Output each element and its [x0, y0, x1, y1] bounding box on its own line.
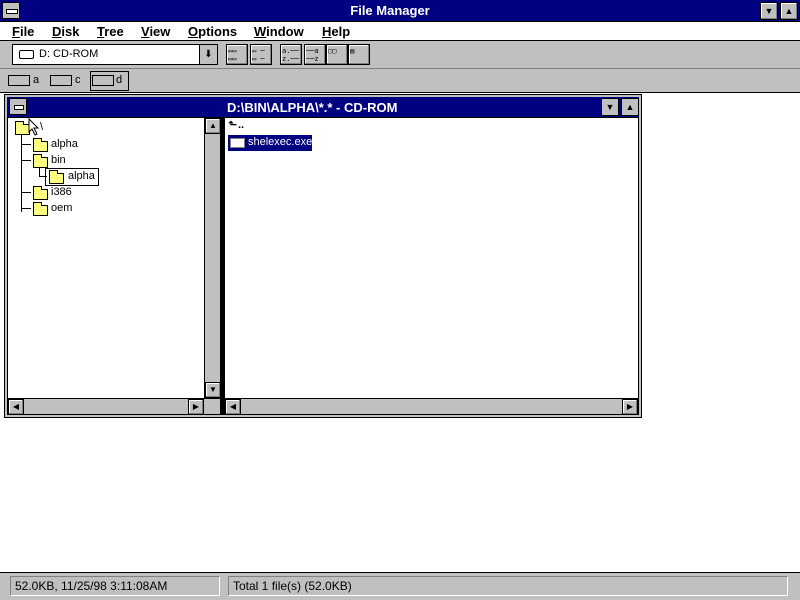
- menu-disk[interactable]: Disk: [52, 24, 79, 39]
- tree-item-alpha[interactable]: alpha: [32, 137, 92, 153]
- tree-item-label: i386: [51, 186, 72, 198]
- window-title: File Manager: [350, 3, 430, 18]
- sort-ascending-button[interactable]: a.── z.──: [280, 44, 302, 65]
- tree-item-label: oem: [51, 202, 73, 214]
- small-icons-view-button[interactable]: ▭ ─ ▭ ─: [250, 44, 272, 65]
- dropdown-arrow-icon[interactable]: ⬇: [199, 45, 217, 64]
- tree-connector: [21, 160, 31, 161]
- status-bar: 52.0KB, 11/25/98 3:11:08AM Total 1 file(…: [0, 572, 800, 600]
- file-list-pane[interactable]: ⬑ .. shelexec.exe ◀ ▶: [224, 117, 639, 415]
- maximize-button[interactable]: ▲: [780, 2, 798, 20]
- tree-connector: [21, 208, 31, 209]
- menu-help[interactable]: Help: [322, 24, 350, 39]
- open-folder-icon: [49, 170, 64, 184]
- drive-d[interactable]: d: [90, 71, 129, 91]
- copy-to-clipboard-button[interactable]: ▢▢: [326, 44, 348, 65]
- toolbar: D: CD-ROM ⬇ ▭▭ ▭▭ ▭ ─ ▭ ─ a.── z.── ──a ──z …: [0, 41, 800, 69]
- mouse-pointer-icon: [28, 118, 40, 136]
- drive-c[interactable]: c: [50, 72, 84, 90]
- scroll-left-arrow-icon[interactable]: ◀: [8, 399, 24, 414]
- tree-item-label: alpha: [51, 138, 78, 150]
- directory-window-title-bar: D:\BIN\ALPHA\*.* - CD-ROM ▼ ▲: [7, 97, 639, 117]
- properties-button[interactable]: ▤: [348, 44, 370, 65]
- file-item-label: ..: [238, 119, 245, 131]
- drive-selector-value: D: CD-ROM: [39, 48, 99, 60]
- file-item-parent[interactable]: ⬑ ..: [228, 118, 268, 134]
- child-minimize-button[interactable]: ▼: [601, 98, 619, 116]
- large-icons-view-button[interactable]: ▭▭ ▭▭: [226, 44, 248, 65]
- drive-bar: a c d: [0, 69, 800, 93]
- child-system-menu-icon[interactable]: [9, 98, 27, 115]
- file-item-shelexec[interactable]: shelexec.exe: [228, 135, 312, 151]
- drive-a[interactable]: a: [8, 72, 42, 90]
- minimize-button[interactable]: ▼: [760, 2, 778, 20]
- scroll-left-arrow-icon[interactable]: ◀: [225, 399, 241, 414]
- drive-c-label: c: [75, 74, 81, 86]
- tree-item-root[interactable]: \: [14, 120, 74, 136]
- cd-rom-icon: [19, 50, 34, 59]
- menu-window[interactable]: Window: [254, 24, 304, 39]
- child-maximize-button[interactable]: ▲: [621, 98, 639, 116]
- floppy-drive-icon: [8, 75, 30, 86]
- scroll-right-arrow-icon[interactable]: ▶: [188, 399, 204, 414]
- tree-horizontal-scrollbar[interactable]: ◀ ▶: [8, 398, 220, 414]
- folder-icon: [33, 154, 48, 168]
- tree-item-label: \: [40, 121, 44, 133]
- scroll-right-arrow-icon[interactable]: ▶: [622, 399, 638, 414]
- scroll-up-arrow-icon[interactable]: ▲: [205, 118, 220, 134]
- tree-item-i386[interactable]: i386: [32, 185, 92, 201]
- tree-vertical-scrollbar[interactable]: ▲ ▼: [204, 118, 220, 398]
- drive-a-label: a: [33, 74, 40, 86]
- tree-item-bin-alpha[interactable]: alpha: [45, 168, 99, 186]
- directory-window[interactable]: D:\BIN\ALPHA\*.* - CD-ROM ▼ ▲ \ alpha bi…: [4, 94, 642, 418]
- menu-bar: File Disk Tree View Options Window Help: [0, 22, 800, 41]
- folder-icon: [33, 186, 48, 200]
- directory-window-title: D:\BIN\ALPHA\*.* - CD-ROM: [227, 100, 398, 115]
- tree-connector: [21, 192, 31, 193]
- file-horizontal-scrollbar[interactable]: ◀ ▶: [225, 398, 638, 414]
- menu-view[interactable]: View: [141, 24, 170, 39]
- status-total-info: Total 1 file(s) (52.0KB): [228, 576, 788, 596]
- folder-icon: [33, 202, 48, 216]
- menu-options[interactable]: Options: [188, 24, 237, 39]
- tree-item-label: bin: [51, 154, 66, 166]
- cd-rom-drive-icon: [92, 75, 114, 86]
- drive-selector[interactable]: D: CD-ROM ⬇: [12, 44, 218, 65]
- drive-d-label: d: [116, 74, 123, 86]
- folder-icon: [33, 138, 48, 152]
- hard-disk-icon: [50, 75, 72, 86]
- title-bar: File Manager ▼ ▲: [0, 0, 800, 22]
- menu-file[interactable]: File: [12, 24, 34, 39]
- sort-descending-button[interactable]: ──a ──z: [304, 44, 326, 65]
- menu-tree[interactable]: Tree: [97, 24, 124, 39]
- executable-file-icon: [230, 138, 245, 148]
- scroll-down-arrow-icon[interactable]: ▼: [205, 382, 220, 398]
- status-selection-info: 52.0KB, 11/25/98 3:11:08AM: [10, 576, 220, 596]
- tree-connector: [21, 144, 31, 145]
- tree-item-oem[interactable]: oem: [32, 201, 92, 217]
- tree-item-label: alpha: [68, 170, 95, 182]
- tree-item-bin[interactable]: bin: [32, 153, 92, 169]
- tree-pane[interactable]: \ alpha bin alpha i386 oem ▲ ▼ ◀ ▶: [7, 117, 221, 415]
- file-item-label: shelexec.exe: [248, 136, 313, 148]
- up-arrow-icon: ⬑: [228, 119, 238, 131]
